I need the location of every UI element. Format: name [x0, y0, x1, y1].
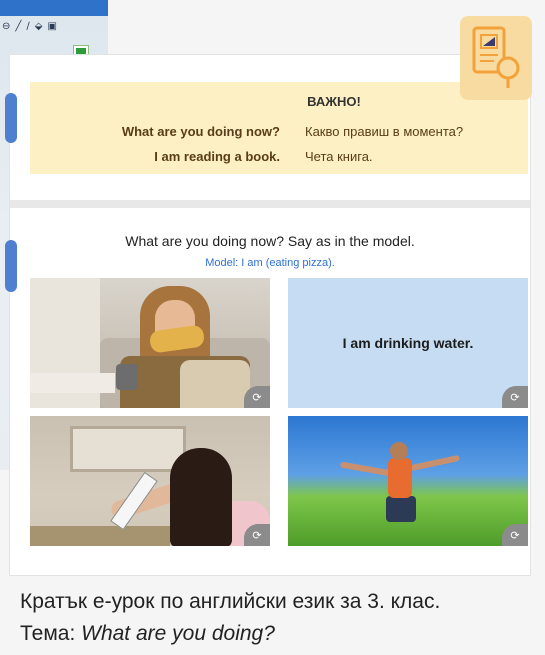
- important-bg-question: Какво правиш в момента?: [305, 124, 464, 139]
- picture-tile-running[interactable]: ⟳: [288, 416, 528, 546]
- refresh-icon[interactable]: ⟳: [244, 386, 270, 408]
- caption-topic: What are you doing?: [81, 622, 275, 645]
- wall-picture-frame: [70, 426, 186, 472]
- exercise-instruction: What are you doing now? Say as in the mo…: [125, 233, 415, 249]
- section-divider: [10, 200, 530, 208]
- save-icon[interactable]: ▣: [48, 21, 57, 33]
- important-bg-answer: Чета книга.: [305, 149, 373, 164]
- caption-topic-label: Тема:: [20, 622, 82, 645]
- important-en-question: What are you doing now?: [121, 124, 280, 139]
- answer-tile-drinking-water[interactable]: I am drinking water. ⟳: [288, 278, 528, 408]
- answer-text: I am drinking water.: [342, 335, 474, 351]
- mug: [116, 364, 138, 390]
- exercise-model: Model: I am (eating pizza).: [205, 257, 335, 269]
- refresh-icon[interactable]: ⟳: [502, 524, 528, 546]
- document-search-icon: [472, 26, 520, 88]
- picture-tile-watching-tv[interactable]: ⟳: [30, 416, 270, 546]
- caption-line-1: Кратък е-урок по английски език за 3. кл…: [20, 590, 441, 613]
- refresh-icon[interactable]: ⟳: [244, 524, 270, 546]
- side-tab-important[interactable]: [5, 93, 17, 143]
- window-titlebar: [0, 0, 108, 16]
- pencil-icon[interactable]: ╱: [15, 21, 21, 33]
- important-box: ВАЖНО! What are you doing now? I am read…: [30, 82, 528, 174]
- pen-icon[interactable]: ∕: [26, 21, 29, 33]
- drawing-toolbar: ⊖ ╱ ∕ ⬙ ▣: [0, 18, 102, 36]
- important-title: ВАЖНО!: [307, 94, 361, 109]
- lesson-search-icon[interactable]: [460, 16, 532, 100]
- circle-icon[interactable]: ⊖: [2, 21, 10, 33]
- refresh-icon[interactable]: ⟳: [502, 386, 528, 408]
- caption-line-2: Тема: What are you doing?: [20, 620, 535, 648]
- picture-tile-eating-pizza[interactable]: ⟳: [30, 278, 270, 408]
- important-en-answer: I am reading a book.: [154, 149, 280, 164]
- eraser-icon[interactable]: ⬙: [35, 21, 43, 33]
